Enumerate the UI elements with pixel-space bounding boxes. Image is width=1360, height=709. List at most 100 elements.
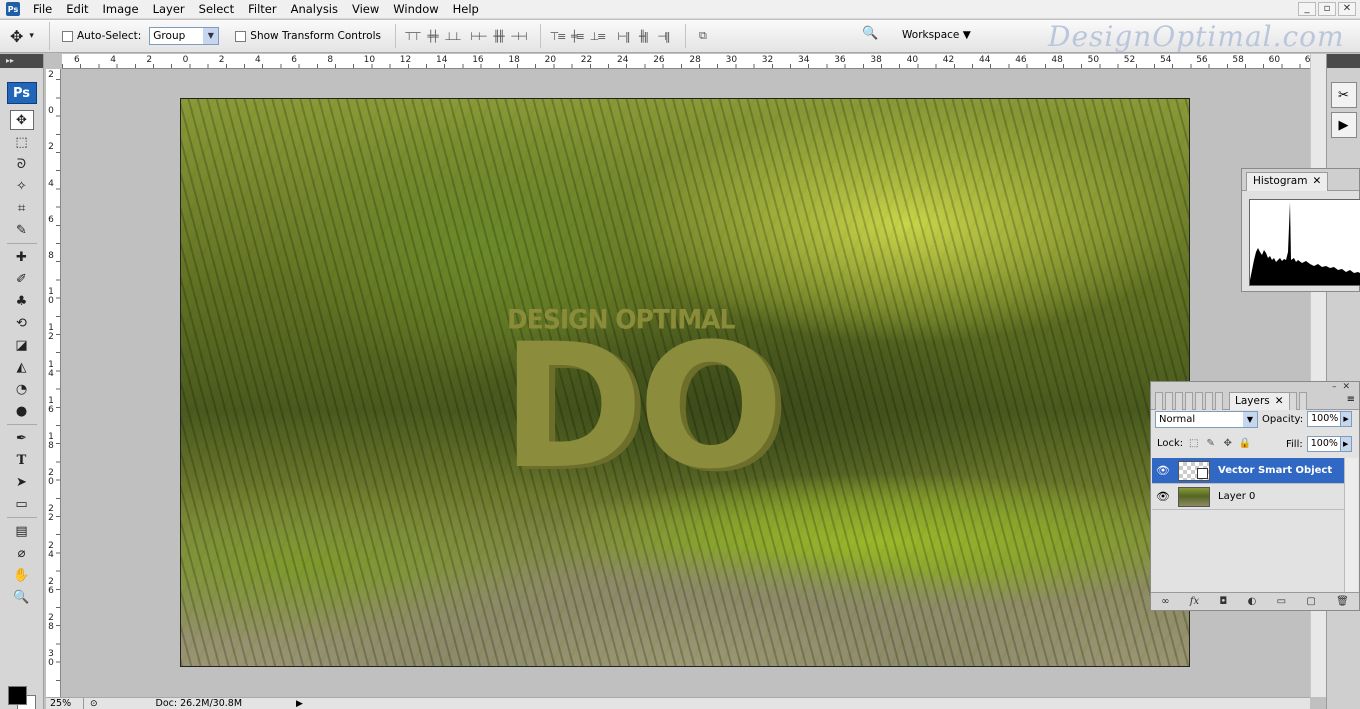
- collapsed-tab[interactable]: [1289, 392, 1297, 410]
- new-layer-icon[interactable]: ▢: [1306, 596, 1315, 607]
- align-top-icon[interactable]: ⊤⊤: [404, 28, 421, 44]
- restore-button[interactable]: ▫: [1318, 2, 1336, 16]
- distribute-bottom-icon[interactable]: ⊥≡: [589, 28, 607, 44]
- distribute-vcenter-icon[interactable]: ╪≡: [569, 28, 585, 44]
- menu-edit[interactable]: Edit: [59, 2, 95, 16]
- move-tool-icon[interactable]: ✥ ▾: [10, 22, 50, 50]
- menu-filter[interactable]: Filter: [241, 2, 283, 16]
- lock-all-icon[interactable]: 🔒: [1238, 437, 1251, 450]
- blur-tool-icon[interactable]: ◔: [10, 379, 34, 399]
- eye-icon[interactable]: 👁: [1152, 490, 1174, 503]
- collapsed-tab[interactable]: [1175, 392, 1183, 410]
- close-icon[interactable]: ✕: [1312, 175, 1321, 189]
- adjustment-layer-icon[interactable]: ◐: [1248, 596, 1257, 607]
- auto-align-layers-icon[interactable]: ⧉: [694, 28, 710, 44]
- fill-input[interactable]: 100%: [1306, 436, 1341, 452]
- lock-position-icon[interactable]: ✥: [1221, 437, 1234, 450]
- distribute-top-icon[interactable]: ⊤≡: [549, 28, 567, 44]
- lasso-tool-icon[interactable]: ᘐ: [10, 154, 34, 174]
- distribute-hcenter-icon[interactable]: ╫‖: [635, 28, 651, 44]
- type-tool-icon[interactable]: T: [10, 450, 34, 470]
- menu-select[interactable]: Select: [192, 2, 241, 16]
- crop-tool-icon[interactable]: ⌗: [10, 198, 34, 218]
- collapsed-tab[interactable]: [1215, 392, 1223, 410]
- slice-tool-icon[interactable]: ✎: [10, 220, 34, 240]
- distribute-right-icon[interactable]: ⊣‖: [655, 28, 671, 44]
- distribute-left-icon[interactable]: ⊢‖: [615, 28, 631, 44]
- menu-window[interactable]: Window: [386, 2, 445, 16]
- collapsed-tab[interactable]: [1165, 392, 1173, 410]
- zoom-tool-icon[interactable]: 🔍: [10, 587, 34, 607]
- tools-panel-grip[interactable]: ▸▸: [0, 54, 43, 68]
- new-group-icon[interactable]: ▭: [1277, 596, 1286, 607]
- layer-mask-icon[interactable]: ◘: [1219, 596, 1227, 607]
- horizontal-ruler[interactable]: 6 4 2 0 2 4 6 8 10 12 14 16 18 20 22 24 26 28 30 32 34 36 38 40…: [62, 54, 1316, 69]
- status-arrow-icon[interactable]: ▶: [296, 699, 303, 709]
- zoom-level-field[interactable]: 25%: [46, 697, 84, 709]
- opacity-slider-arrow-icon[interactable]: ▶: [1341, 411, 1353, 427]
- actions-icon[interactable]: ▶: [1330, 112, 1357, 138]
- menu-analysis[interactable]: Analysis: [284, 2, 345, 16]
- auto-select-checkbox[interactable]: [62, 30, 73, 42]
- photoshop-app-icon[interactable]: Ps: [6, 2, 20, 16]
- link-layers-icon[interactable]: ∞: [1161, 596, 1169, 607]
- blend-mode-dropdown[interactable]: Normal ▼: [1155, 411, 1258, 428]
- layers-tab[interactable]: Layers ✕: [1229, 392, 1290, 410]
- layer-row[interactable]: 👁 Layer 0: [1152, 484, 1344, 510]
- delete-layer-icon[interactable]: 🗑: [1336, 596, 1349, 607]
- opacity-input[interactable]: 100%: [1307, 411, 1342, 427]
- dodge-tool-icon[interactable]: ●: [10, 401, 34, 421]
- magic-wand-tool-icon[interactable]: ✧: [10, 176, 34, 196]
- menu-image[interactable]: Image: [96, 2, 146, 16]
- menu-layer[interactable]: Layer: [146, 2, 192, 16]
- hand-tool-icon[interactable]: ✋: [10, 565, 34, 585]
- lock-transparent-icon[interactable]: ⬚: [1187, 437, 1200, 450]
- collapsed-tab[interactable]: [1195, 392, 1203, 410]
- canvas-area[interactable]: DESIGN OPTIMAL DO: [62, 70, 1310, 697]
- history-brush-tool-icon[interactable]: ⟲: [10, 313, 34, 333]
- workspace-menu[interactable]: Workspace ▼: [902, 29, 971, 41]
- tool-presets-icon[interactable]: ✂: [1330, 82, 1357, 108]
- brush-tool-icon[interactable]: ✐: [10, 269, 34, 289]
- close-icon[interactable]: ✕: [1275, 395, 1284, 408]
- dock-grip[interactable]: [1327, 54, 1360, 68]
- collapsed-tab[interactable]: [1205, 392, 1213, 410]
- clone-stamp-tool-icon[interactable]: ♣: [10, 291, 34, 311]
- move-tool-icon[interactable]: ✥: [9, 110, 34, 130]
- auto-select-option[interactable]: Auto-Select: Group ▼: [62, 27, 220, 45]
- collapsed-tab[interactable]: [1155, 392, 1163, 410]
- healing-brush-tool-icon[interactable]: ✚: [10, 247, 34, 267]
- menu-help[interactable]: Help: [446, 2, 486, 16]
- lock-pixels-icon[interactable]: ✎: [1204, 437, 1217, 450]
- status-menu-icon[interactable]: ⊙: [90, 699, 98, 709]
- shape-tool-icon[interactable]: ▭: [10, 494, 34, 514]
- document-canvas[interactable]: DESIGN OPTIMAL DO: [180, 98, 1190, 667]
- collapsed-tab[interactable]: [1185, 392, 1193, 410]
- foreground-color-swatch[interactable]: [8, 686, 27, 705]
- layer-style-icon[interactable]: fx: [1190, 596, 1199, 607]
- marquee-tool-icon[interactable]: ⬚: [10, 132, 34, 152]
- auto-select-dropdown[interactable]: Group ▼: [149, 27, 220, 45]
- path-selection-tool-icon[interactable]: ➤: [10, 472, 34, 492]
- align-hcenter-icon[interactable]: ╫╫: [490, 28, 506, 44]
- align-left-icon[interactable]: ⊢⊢: [470, 28, 487, 44]
- align-vcenter-icon[interactable]: ╪╪: [424, 28, 440, 44]
- eye-icon[interactable]: 👁: [1152, 464, 1174, 477]
- eraser-tool-icon[interactable]: ◪: [10, 335, 34, 355]
- collapsed-tab[interactable]: [1299, 392, 1307, 410]
- paint-bucket-tool-icon[interactable]: ◭: [10, 357, 34, 377]
- close-button[interactable]: ✕: [1338, 2, 1356, 16]
- panel-window-controls[interactable]: –✕: [1332, 382, 1356, 392]
- align-right-icon[interactable]: ⊣⊣: [510, 28, 527, 44]
- menu-file[interactable]: File: [26, 2, 59, 16]
- histogram-tab[interactable]: Histogram ✕: [1246, 172, 1329, 191]
- panel-menu-icon[interactable]: ≡: [1347, 394, 1355, 405]
- layers-scrollbar[interactable]: [1344, 458, 1358, 593]
- fill-slider-arrow-icon[interactable]: ▶: [1340, 436, 1352, 452]
- bridge-icon[interactable]: 🔍: [862, 26, 884, 46]
- show-transform-option[interactable]: Show Transform Controls: [235, 30, 381, 42]
- menu-view[interactable]: View: [345, 2, 386, 16]
- minimize-button[interactable]: _: [1298, 2, 1316, 16]
- show-transform-checkbox[interactable]: [235, 30, 247, 42]
- layer-row[interactable]: 👁 Vector Smart Object: [1152, 458, 1344, 484]
